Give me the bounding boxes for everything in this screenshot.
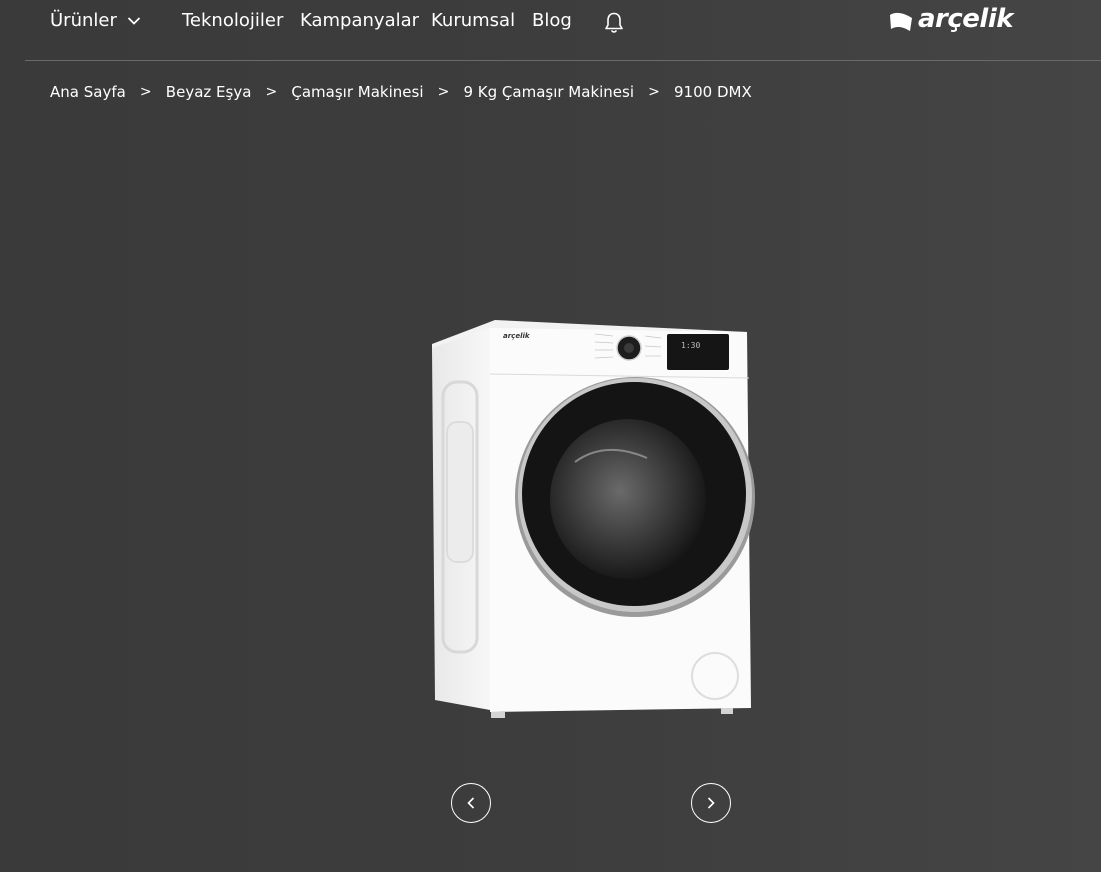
panel-display-text: 1:30: [681, 341, 700, 350]
breadcrumb-separator: >: [437, 84, 450, 100]
nav-item-products[interactable]: Ürünler: [50, 10, 141, 31]
nav-item-technologies[interactable]: Teknolojiler: [182, 10, 283, 31]
carousel-prev-button[interactable]: [451, 783, 491, 823]
brand-logo[interactable]: arçelik: [888, 4, 1014, 40]
breadcrumb-separator: >: [139, 84, 152, 100]
nav-item-campaigns[interactable]: Kampanyalar: [300, 10, 419, 31]
bell-icon[interactable]: [603, 11, 625, 35]
breadcrumb-current-product: 9100 DMX: [674, 83, 752, 101]
top-navigation: Ürünler Teknolojiler Kampanyalar Kurumsa…: [0, 0, 1101, 60]
washing-machine-image: arçelik 1:30: [432, 320, 755, 718]
chevron-right-icon: [707, 797, 715, 809]
chevron-left-icon: [467, 797, 475, 809]
logo-text: arçelik: [918, 4, 1014, 34]
panel-brand-label: arçelik: [503, 332, 531, 340]
breadcrumb-separator: >: [648, 84, 660, 100]
header-divider: [25, 60, 1101, 61]
breadcrumb-separator: >: [265, 84, 278, 100]
nav-item-corporate[interactable]: Kurumsal: [431, 10, 515, 31]
nav-item-blog[interactable]: Blog: [532, 10, 572, 31]
breadcrumb-home[interactable]: Ana Sayfa: [50, 83, 126, 101]
breadcrumb-9kg-washing-machine[interactable]: 9 Kg Çamaşır Makinesi: [463, 83, 634, 101]
breadcrumb-washing-machine[interactable]: Çamaşır Makinesi: [291, 83, 423, 101]
carousel-next-button[interactable]: [691, 783, 731, 823]
breadcrumb: Ana Sayfa > Beyaz Eşya > Çamaşır Makines…: [50, 81, 752, 103]
nav-item-label: Ürünler: [50, 10, 117, 31]
breadcrumb-white-goods[interactable]: Beyaz Eşya: [166, 83, 252, 101]
logo-mark-icon: [890, 12, 912, 32]
chevron-down-icon: [127, 16, 141, 25]
